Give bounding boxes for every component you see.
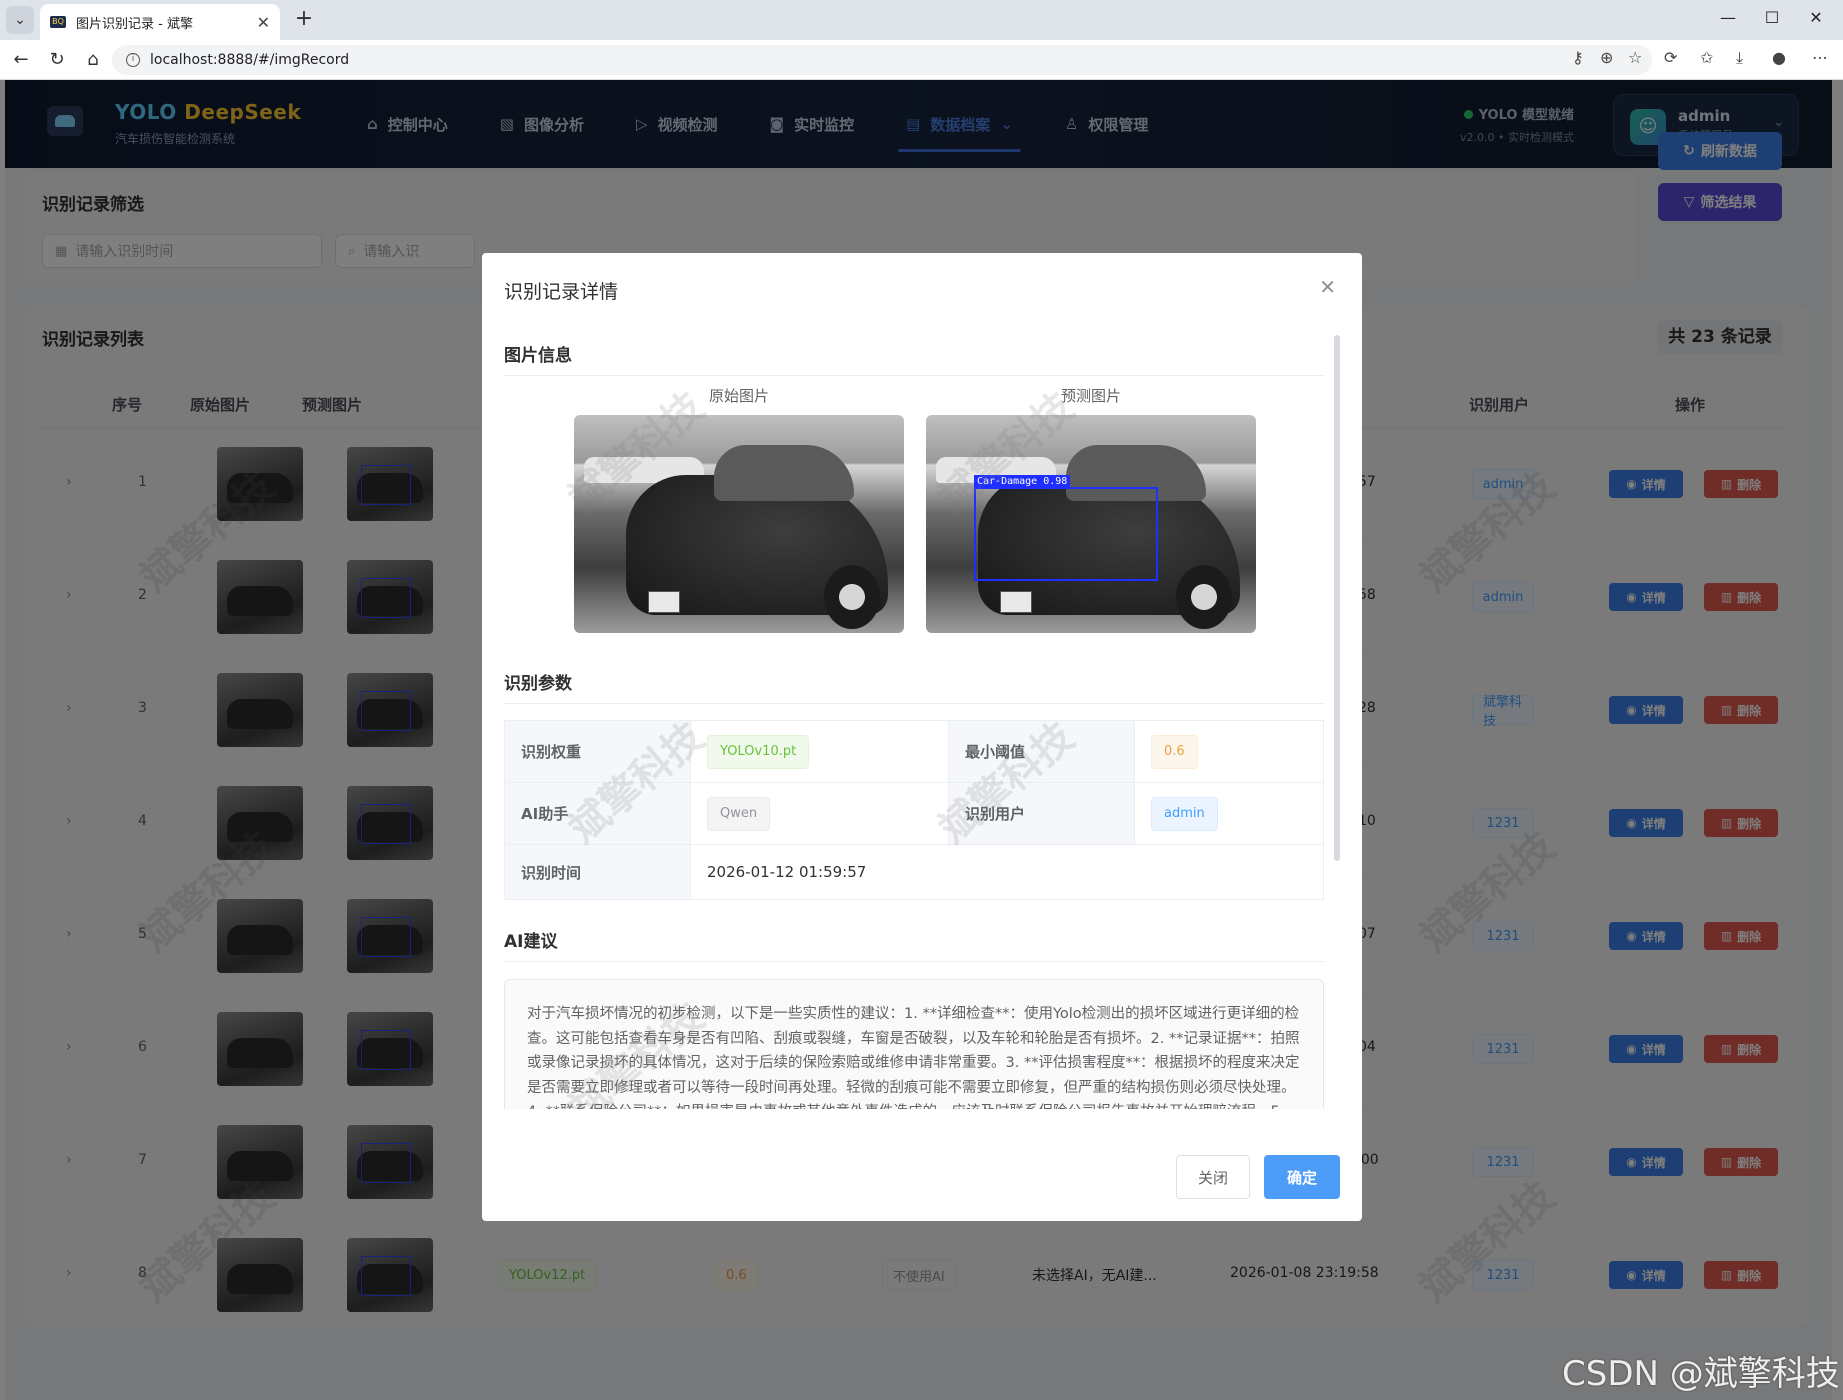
browser-titlebar: ⌄ BQ 图片识别记录 - 斌擎 ✕ + — ☐ ✕: [0, 0, 1843, 40]
favorites-icon[interactable]: ✩: [1700, 48, 1713, 67]
ai-advice-text: 对于汽车损坏情况的初步检测，以下是一些实质性的建议：1. **详细检查**：使用…: [504, 979, 1324, 1109]
predicted-image-label: 预测图片: [1060, 387, 1121, 405]
license-plate: [1000, 591, 1032, 613]
weight-label: 识别权重: [505, 721, 691, 782]
new-tab-icon[interactable]: +: [290, 6, 318, 34]
user-tag: admin: [1151, 796, 1218, 831]
confirm-button[interactable]: 确定: [1264, 1155, 1340, 1199]
home-icon[interactable]: ⌂: [80, 48, 106, 74]
divider: [504, 375, 1324, 376]
ai-value: Qwen: [691, 783, 949, 844]
zoom-icon[interactable]: ⊕: [1600, 48, 1613, 67]
params-table: 识别权重 YOLOv10.pt 最小阈值 0.6 AI助手 Qwen 识别用户 …: [504, 720, 1324, 900]
url-text: localhost:8888/#/imgRecord: [150, 52, 350, 68]
reload-icon[interactable]: ↻: [44, 48, 70, 74]
minimize-icon[interactable]: —: [1708, 8, 1748, 27]
browser-tab[interactable]: BQ 图片识别记录 - 斌擎 ✕: [40, 4, 280, 40]
car-wheel: [1176, 565, 1232, 629]
user-label: 识别用户: [949, 783, 1135, 844]
browser-tab-title: 图片识别记录 - 斌擎: [76, 16, 193, 32]
maximize-icon[interactable]: ☐: [1752, 8, 1792, 27]
dialog-footer: 关闭 确定: [1162, 1155, 1340, 1199]
params-row: 识别权重 YOLOv10.pt 最小阈值 0.6: [505, 721, 1323, 783]
profile-icon[interactable]: ●: [1772, 48, 1786, 67]
tab-close-icon[interactable]: ✕: [257, 13, 270, 32]
weight-value: YOLOv10.pt: [691, 721, 949, 782]
car-wheel: [824, 565, 880, 629]
predicted-image[interactable]: Car-Damage 0.98: [926, 415, 1256, 633]
params-row: AI助手 Qwen 识别用户 admin: [505, 783, 1323, 845]
ai-section-title: AI建议: [504, 932, 558, 952]
time-label: 识别时间: [505, 845, 691, 899]
user-value: admin: [1135, 783, 1323, 844]
url-input[interactable]: i localhost:8888/#/imgRecord: [112, 45, 1652, 75]
weight-tag: YOLOv10.pt: [707, 734, 810, 769]
detection-box: [974, 487, 1158, 581]
params-row: 识别时间 2026-01-12 01:59:57: [505, 845, 1323, 899]
params-section-title: 识别参数: [504, 674, 572, 694]
tab-list-icon[interactable]: ⌄: [6, 6, 34, 34]
csdn-watermark: CSDN @斌擎科技: [1562, 1354, 1840, 1394]
star-icon[interactable]: ☆: [1628, 48, 1642, 67]
extension-icon[interactable]: ⟳: [1664, 48, 1677, 67]
address-bar: ← ↻ ⌂ i localhost:8888/#/imgRecord ⚷ ⊕ ☆…: [0, 40, 1843, 80]
time-value: 2026-01-12 01:59:57: [707, 863, 867, 881]
dialog-title: 识别记录详情: [504, 281, 619, 303]
license-plate: [648, 591, 680, 613]
ai-tag: Qwen: [707, 796, 771, 831]
threshold-tag: 0.6: [1151, 734, 1198, 769]
ai-label: AI助手: [505, 783, 691, 844]
car-windshield: [714, 445, 854, 501]
close-icon[interactable]: ✕: [1319, 275, 1336, 299]
threshold-label: 最小阈值: [949, 721, 1135, 782]
info-icon[interactable]: i: [126, 53, 140, 67]
close-window-icon[interactable]: ✕: [1796, 8, 1836, 27]
divider: [504, 961, 1324, 962]
dialog-body: 图片信息 原始图片 预测图片 Car-Damage 0.98 识别参数 识别权重…: [504, 331, 1324, 1109]
threshold-value: 0.6: [1135, 721, 1323, 782]
back-icon[interactable]: ←: [8, 48, 34, 74]
detection-label: Car-Damage 0.98: [974, 475, 1071, 488]
dialog-scrollbar[interactable]: [1334, 335, 1340, 861]
divider: [504, 703, 1324, 704]
record-detail-dialog: 识别记录详情 ✕ 图片信息 原始图片 预测图片 Car-Damage 0.98 …: [482, 253, 1362, 1221]
more-icon[interactable]: ⋯: [1812, 48, 1828, 67]
close-button[interactable]: 关闭: [1176, 1155, 1250, 1199]
original-image-label: 原始图片: [708, 387, 769, 405]
original-image[interactable]: [574, 415, 904, 633]
image-section-title: 图片信息: [504, 346, 572, 366]
key-icon[interactable]: ⚷: [1572, 48, 1584, 67]
favicon-icon: BQ: [50, 16, 66, 28]
download-icon[interactable]: ⤓: [1736, 48, 1743, 68]
